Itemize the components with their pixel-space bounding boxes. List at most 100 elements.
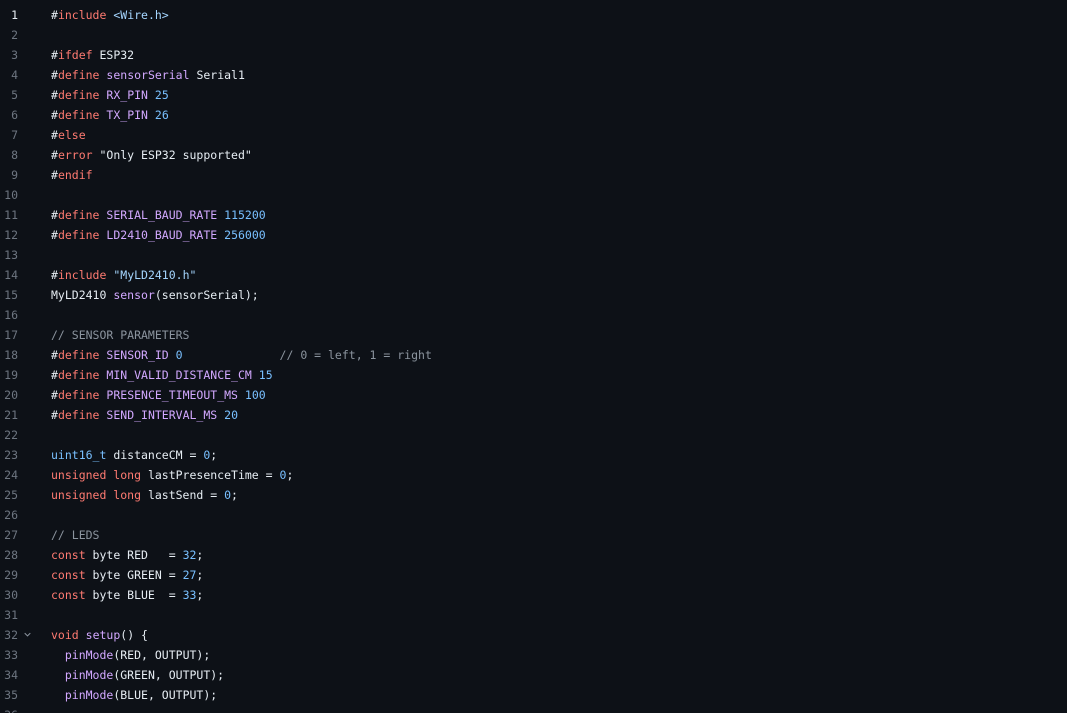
code-token: TX_PIN [106, 108, 148, 122]
code-token: SERIAL_BAUD_RATE [106, 208, 218, 222]
code-text: // SENSOR PARAMETERS [51, 325, 189, 345]
code-line[interactable]: 34 pinMode(GREEN, OUTPUT); [0, 665, 1067, 685]
code-line[interactable]: 28 const byte RED = 32; [0, 545, 1067, 565]
line-number: 17 [4, 328, 18, 342]
code-text: #include <Wire.h> [51, 5, 169, 25]
code-token: ; [231, 488, 238, 502]
code-line[interactable]: 10 [0, 185, 1067, 205]
code-token: const [51, 568, 86, 582]
code-token: (sensorSerial); [154, 288, 259, 302]
code-token: sensor [113, 288, 155, 302]
code-line[interactable]: 19 #define MIN_VALID_DISTANCE_CM 15 [0, 365, 1067, 385]
code-line[interactable]: 2 [0, 25, 1067, 45]
code-token: define [57, 68, 100, 82]
code-line[interactable]: 11 #define SERIAL_BAUD_RATE 115200 [0, 205, 1067, 225]
code-token: (GREEN, OUTPUT); [113, 668, 225, 682]
code-token: SENSOR_ID [106, 348, 169, 362]
line-number: 14 [4, 268, 18, 282]
line-number: 10 [4, 188, 18, 202]
code-line[interactable]: 33 pinMode(RED, OUTPUT); [0, 645, 1067, 665]
code-token: include [57, 8, 107, 22]
code-token: # [51, 108, 58, 122]
code-line[interactable]: 30 const byte BLUE = 33; [0, 585, 1067, 605]
code-token: 15 [258, 368, 273, 382]
code-line[interactable]: 36 [0, 705, 1067, 713]
code-line[interactable]: 17 // SENSOR PARAMETERS [0, 325, 1067, 345]
code-line[interactable]: 31 [0, 605, 1067, 625]
code-token: <Wire.h> [113, 8, 169, 22]
code-token: // 0 = left, 1 = right [279, 348, 432, 362]
code-line[interactable]: 27 // LEDS [0, 525, 1067, 545]
code-token: define [57, 368, 100, 382]
code-text: #endif [51, 165, 93, 185]
line-number: 32 [4, 628, 18, 642]
code-token: byte BLUE = [85, 588, 183, 602]
code-token: 32 [182, 548, 197, 562]
code-editor[interactable]: 1 #include <Wire.h> 2 3 #ifdef ESP32 4 #define… [0, 0, 1067, 713]
code-line[interactable]: 21 #define SEND_INTERVAL_MS 20 [0, 405, 1067, 425]
code-token: SEND_INTERVAL_MS [106, 408, 218, 422]
code-line[interactable]: 6 #define TX_PIN 26 [0, 105, 1067, 125]
code-token: 26 [154, 108, 169, 122]
code-token: () { [120, 628, 148, 642]
code-text: const byte BLUE = 33; [51, 585, 203, 605]
code-line[interactable]: 14 #include "MyLD2410.h" [0, 265, 1067, 285]
code-text: #define sensorSerial Serial1 [51, 65, 245, 85]
code-line[interactable]: 9 #endif [0, 165, 1067, 185]
code-line[interactable]: 20 #define PRESENCE_TIMEOUT_MS 100 [0, 385, 1067, 405]
code-token: pinMode [64, 648, 114, 662]
code-line[interactable]: 29 const byte GREEN = 27; [0, 565, 1067, 585]
code-line[interactable]: 32 void setup() { [0, 625, 1067, 645]
code-line[interactable]: 26 [0, 505, 1067, 525]
code-token: ; [196, 568, 204, 582]
code-line[interactable]: 18 #define SENSOR_ID 0 // 0 = left, 1 = r… [0, 345, 1067, 365]
code-line[interactable]: 25 unsigned long lastSend = 0; [0, 485, 1067, 505]
code-token: # [51, 208, 58, 222]
code-text: #include "MyLD2410.h" [51, 265, 196, 285]
code-token: define [57, 348, 100, 362]
code-line[interactable]: 4 #define sensorSerial Serial1 [0, 65, 1067, 85]
code-token: # [51, 368, 58, 382]
code-line[interactable]: 5 #define RX_PIN 25 [0, 85, 1067, 105]
code-token: void [51, 628, 79, 642]
code-line[interactable]: 35 pinMode(BLUE, OUTPUT); [0, 685, 1067, 705]
code-token: 115200 [224, 208, 266, 222]
code-line[interactable]: 13 [0, 245, 1067, 265]
code-token: define [57, 88, 100, 102]
code-line[interactable]: 15 MyLD2410 sensor(sensorSerial); [0, 285, 1067, 305]
code-line[interactable]: 8 #error "Only ESP32 supported" [0, 145, 1067, 165]
code-token: (BLUE, OUTPUT); [113, 688, 218, 702]
code-token: ; [196, 588, 204, 602]
line-number: 15 [4, 288, 18, 302]
code-token: RX_PIN [106, 88, 148, 102]
code-line[interactable]: 16 [0, 305, 1067, 325]
code-token: # [51, 128, 58, 142]
code-token: byte GREEN = [85, 568, 183, 582]
code-token: # [51, 48, 58, 62]
line-number: 21 [4, 408, 18, 422]
code-line[interactable]: 12 #define LD2410_BAUD_RATE 256000 [0, 225, 1067, 245]
code-text: #define SERIAL_BAUD_RATE 115200 [51, 205, 266, 225]
code-text: pinMode(GREEN, OUTPUT); [51, 665, 224, 685]
code-token: "MyLD2410.h" [113, 268, 197, 282]
code-token: # [51, 168, 58, 182]
chevron-down-icon[interactable] [24, 631, 31, 638]
code-line[interactable]: 3 #ifdef ESP32 [0, 45, 1067, 65]
code-line[interactable]: 7 #else [0, 125, 1067, 145]
line-number: 2 [11, 28, 18, 42]
code-token: # [51, 148, 58, 162]
code-token: // LEDS [51, 528, 100, 542]
code-token: ; [286, 468, 294, 482]
code-token: LD2410_BAUD_RATE [106, 228, 218, 242]
code-line[interactable]: 23 uint16_t distanceCM = 0; [0, 445, 1067, 465]
code-text: #define SEND_INTERVAL_MS 20 [51, 405, 238, 425]
code-line[interactable]: 1 #include <Wire.h> [0, 5, 1067, 25]
code-line[interactable]: 24 unsigned long lastPresenceTime = 0; [0, 465, 1067, 485]
code-line[interactable]: 22 [0, 425, 1067, 445]
code-text: const byte GREEN = 27; [51, 565, 203, 585]
